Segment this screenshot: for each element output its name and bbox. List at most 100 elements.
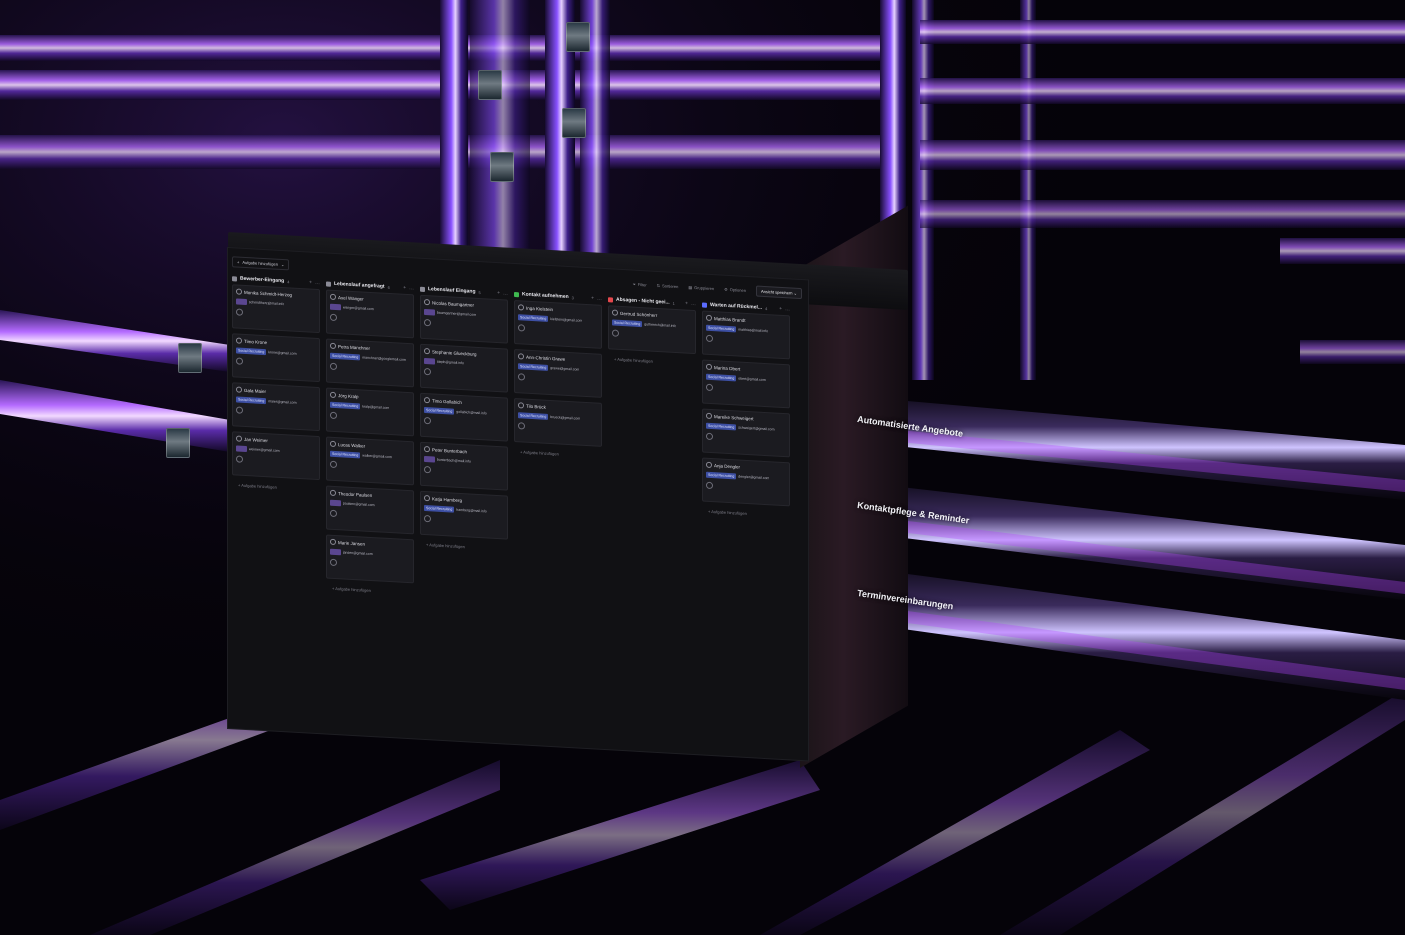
assignee-avatar-icon[interactable] [330,362,337,371]
check-circle-icon[interactable] [330,391,336,399]
check-circle-icon[interactable] [706,412,712,420]
check-circle-icon[interactable] [424,494,430,502]
more-icon[interactable]: … [597,296,602,302]
add-card-icon[interactable]: + [685,301,688,307]
add-task-link[interactable]: + Aufgabe hinzufügen [702,507,790,521]
candidate-card[interactable]: Inga Kielstein Social Recruiting kielstein… [514,299,602,349]
check-circle-icon[interactable] [330,342,336,350]
check-circle-icon[interactable] [330,489,336,497]
assignee-avatar-icon[interactable] [424,514,431,523]
candidate-card[interactable]: Peter Bunterbach bunterbach@mail.info [420,441,508,491]
candidate-card[interactable]: Nicolas Baumgartner baumgartner@gmail.co… [420,294,508,344]
assignee-avatar-icon[interactable] [612,329,619,337]
check-circle-icon[interactable] [518,402,524,409]
candidate-card[interactable]: Timo Krone Social Recruiting krone@gmail.c… [232,333,320,383]
source-tag [330,499,341,507]
sort-button[interactable]: ⇅ Sortieren [657,282,679,288]
candidate-card[interactable]: Gertrud Schönherr Social Recruiting guther… [608,305,696,355]
assignee-avatar-icon[interactable] [424,416,431,425]
add-card-icon[interactable]: + [403,285,406,291]
check-circle-icon[interactable] [330,440,336,448]
assignee-avatar-icon[interactable] [706,481,713,490]
source-tag [424,357,435,365]
check-circle-icon[interactable] [518,353,524,360]
add-card-icon[interactable]: + [779,306,782,312]
candidate-card[interactable]: Jan Weimer weimer@gmail.com [232,431,320,481]
assignee-avatar-icon[interactable] [330,558,337,567]
more-icon[interactable]: … [691,301,696,307]
candidate-card[interactable]: Katja Hamberg Social Recruiting hamberg@ma… [420,490,508,540]
candidate-card[interactable]: Lucas Walker Social Recruiting walker@gmai… [326,436,414,486]
add-task-link[interactable]: + Aufgabe hinzufügen [608,354,696,368]
check-circle-icon[interactable] [424,445,430,453]
check-circle-icon[interactable] [424,298,430,306]
more-icon[interactable]: … [315,280,320,286]
add-card-icon[interactable]: + [309,280,312,286]
save-view-button[interactable]: Ansicht speichern ⌄ [755,285,802,299]
check-circle-icon[interactable] [236,386,242,393]
check-circle-icon[interactable] [706,363,712,371]
assignee-avatar-icon[interactable] [236,308,243,316]
assignee-avatar-icon[interactable] [330,313,337,322]
candidate-card[interactable]: Ann-Christin Grawe Social Recruiting grawe… [514,348,602,398]
column-title: Kontakt aufnehmen [522,291,569,301]
more-icon[interactable]: … [409,285,414,291]
add-task-link[interactable]: + Aufgabe hinzufügen [420,540,508,554]
assignee-avatar-icon[interactable] [236,455,243,463]
check-circle-icon[interactable] [330,538,336,546]
assignee-avatar-icon[interactable] [518,373,525,381]
check-circle-icon[interactable] [424,347,430,355]
source-tag: Social Recruiting [236,347,267,356]
add-task-link[interactable]: + Aufgabe hinzufügen [232,480,320,494]
candidate-card[interactable]: Matthias Brandt Social Recruiting matthias… [702,310,790,360]
assignee-avatar-icon[interactable] [330,460,337,469]
candidate-card[interactable]: Mareike Schweigert Social Recruiting schwe… [702,408,790,458]
assignee-avatar-icon[interactable] [518,422,525,430]
assignee-avatar-icon[interactable] [236,357,243,365]
assignee-avatar-icon[interactable] [236,406,243,414]
check-circle-icon[interactable] [612,309,618,316]
candidate-card[interactable]: Monika Schmidt-Herzog schmidtherz@mail.i… [232,284,320,334]
assignee-avatar-icon[interactable] [424,367,431,376]
candidate-card[interactable]: Anja Dengler Social Recruiting dengler@gma… [702,457,790,507]
assignee-avatar-icon[interactable] [424,465,431,474]
check-circle-icon[interactable] [236,288,242,295]
assignee-avatar-icon[interactable] [330,509,337,518]
more-icon[interactable]: … [503,290,508,296]
options-button[interactable]: ⚙ Optionen [724,286,746,292]
add-task-link[interactable]: + Aufgabe hinzufügen [514,447,602,461]
add-card-icon[interactable]: + [591,295,594,301]
candidate-card[interactable]: Marina Obert Social Recruiting obert@gmail… [702,359,790,409]
candidate-card[interactable]: Theodor Paulsen paulsen@gmail.com [326,485,414,535]
check-circle-icon[interactable] [236,435,242,442]
assignee-avatar-icon[interactable] [706,334,713,343]
candidate-card[interactable]: Axel Wanger wanger@gmail.com [326,289,414,339]
assignee-avatar-icon[interactable] [518,324,525,332]
candidate-card[interactable]: Timo Gollabich Social Recruiting gollabich… [420,392,508,442]
check-circle-icon[interactable] [706,461,712,469]
check-circle-icon[interactable] [518,304,524,311]
group-button[interactable]: ▦ Gruppieren [688,284,714,290]
assignee-avatar-icon[interactable] [330,411,337,420]
candidate-card[interactable]: Stephanie Glueckburg steph@gmail.info [420,343,508,393]
check-circle-icon[interactable] [424,396,430,404]
candidate-card[interactable]: Tilo Brück Social Recruiting brueck@gmail.… [514,397,602,447]
plus-icon: + [237,259,240,265]
assignee-avatar-icon[interactable] [706,432,713,441]
more-icon[interactable]: … [785,306,790,312]
candidate-card[interactable]: Jörg Kralp Social Recruiting kralp@gmail.c… [326,387,414,437]
add-card-icon[interactable]: + [497,290,500,296]
candidate-card[interactable]: Petra Manchner Social Recruiting manchner@… [326,338,414,388]
filter-button[interactable]: ⏷ Filter [633,281,647,287]
candidate-card[interactable]: Marie Jansen jansen@gmail.com [326,534,414,584]
add-task-link[interactable]: + Aufgabe hinzufügen [326,583,414,597]
assignee-avatar-icon[interactable] [424,318,431,327]
check-circle-icon[interactable] [330,293,336,301]
candidate-card[interactable]: Gala Maier Social Recruiting maier@gmail.c… [232,382,320,432]
add-task-button[interactable]: + Aufgabe hinzufügen ⌄ [232,255,290,270]
assignee-avatar-icon[interactable] [706,383,713,392]
candidate-photo [178,343,202,373]
check-circle-icon[interactable] [706,314,712,322]
check-circle-icon[interactable] [236,337,242,344]
source-tag: Social Recruiting [706,324,737,333]
